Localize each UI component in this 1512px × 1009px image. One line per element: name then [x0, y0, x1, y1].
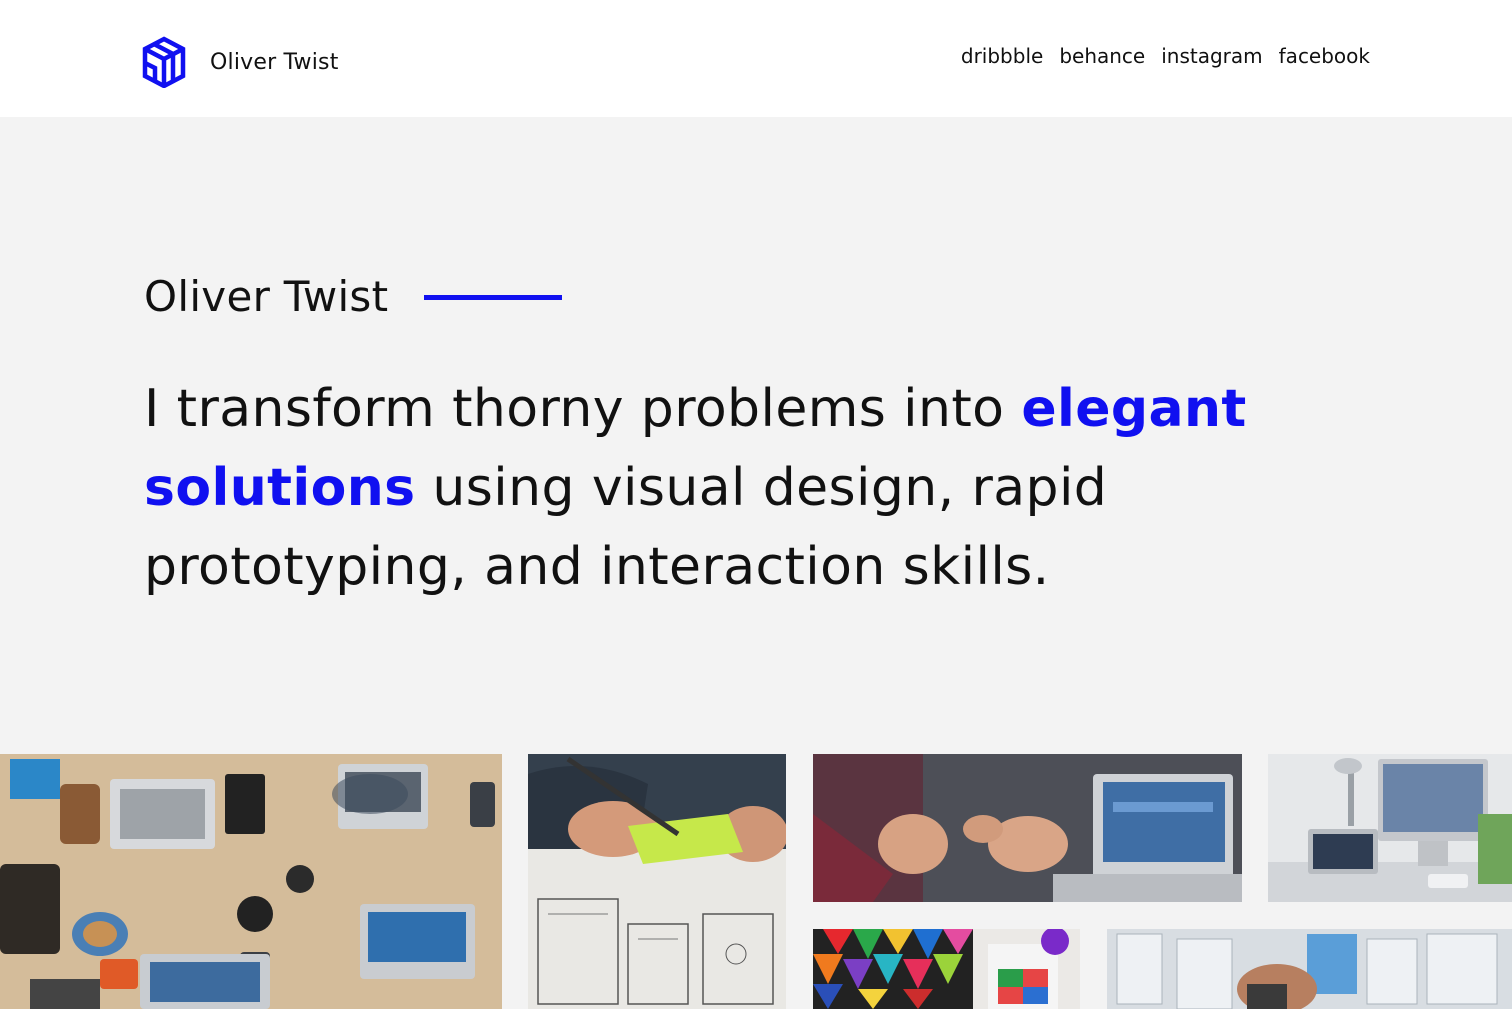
gallery-image-team-laptops[interactable] [0, 754, 502, 1009]
gallery-image-wall-wireframes[interactable] [1107, 929, 1512, 1009]
headline-text-start: I transform thorny problems into [144, 379, 1022, 439]
nav-link-facebook[interactable]: facebook [1279, 44, 1370, 68]
sketching-wireframes-photo [528, 754, 786, 1009]
team-laptops-photo [0, 754, 502, 1009]
nav-link-dribbble[interactable]: dribbble [961, 44, 1043, 68]
desk-imac-photo [1268, 754, 1512, 902]
hero-name-row: Oliver Twist [144, 272, 563, 321]
gallery-image-laptop-discussion[interactable] [813, 754, 1242, 902]
gallery-image-color-swatches[interactable] [813, 929, 1080, 1009]
brand-link[interactable]: Oliver Twist [142, 36, 339, 88]
wall-wireframes-photo [1107, 929, 1512, 1009]
gallery-image-sketching[interactable] [528, 754, 786, 1009]
cube-logo-icon [142, 36, 186, 88]
nav-link-behance[interactable]: behance [1059, 44, 1145, 68]
social-nav: dribbble behance instagram facebook [961, 44, 1370, 68]
color-swatches-photo [813, 929, 1080, 1009]
laptop-discussion-photo [813, 754, 1242, 902]
site-header: Oliver Twist dribbble behance instagram … [0, 0, 1512, 117]
gallery-image-desk-imac[interactable] [1268, 754, 1512, 902]
brand-name: Oliver Twist [210, 49, 339, 75]
hero-name: Oliver Twist [144, 272, 389, 321]
hero-divider [424, 295, 563, 300]
hero-headline: I transform thorny problems into elegant… [144, 370, 1344, 607]
nav-link-instagram[interactable]: instagram [1161, 44, 1262, 68]
